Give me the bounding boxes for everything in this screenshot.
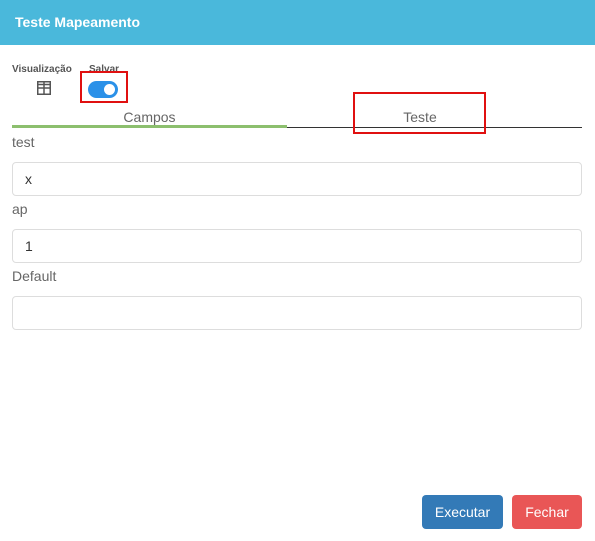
table-grid-icon[interactable]	[37, 81, 51, 95]
ap-input[interactable]	[12, 229, 582, 263]
field-label-test: test	[12, 134, 35, 150]
test-input[interactable]	[12, 162, 582, 196]
dialog-title: Teste Mapeamento	[15, 14, 140, 30]
visualizacao-label: Visualização	[12, 64, 72, 75]
highlight-box-tab	[353, 92, 486, 134]
default-input[interactable]	[12, 296, 582, 330]
field-label-default: Default	[12, 268, 57, 284]
execute-button[interactable]: Executar	[422, 495, 503, 529]
dialog-header: Teste Mapeamento	[0, 0, 595, 45]
active-tab-indicator	[12, 125, 287, 128]
dialog: Teste Mapeamento Visualização Salvar Cam…	[0, 0, 595, 541]
close-button[interactable]: Fechar	[512, 495, 582, 529]
highlight-box-toggle	[80, 71, 128, 103]
tab-campos[interactable]: Campos	[12, 109, 287, 125]
field-label-ap: ap	[12, 201, 28, 217]
